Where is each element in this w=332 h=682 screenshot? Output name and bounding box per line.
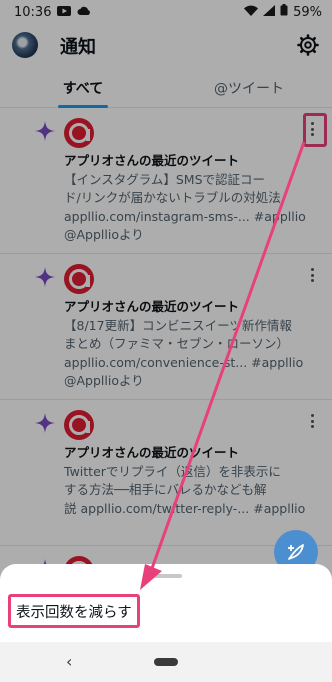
system-nav-bar: ‹	[0, 642, 332, 682]
home-pill-icon[interactable]	[154, 658, 178, 666]
bottom-sheet: 表示回数を減らす	[0, 564, 332, 642]
sheet-handle[interactable]	[150, 574, 182, 578]
show-less-label: 表示回数を減らす	[16, 604, 132, 621]
show-less-option[interactable]: 表示回数を減らす	[8, 594, 140, 628]
compose-feather-icon	[288, 544, 304, 560]
back-chevron-icon[interactable]: ‹	[66, 652, 72, 671]
